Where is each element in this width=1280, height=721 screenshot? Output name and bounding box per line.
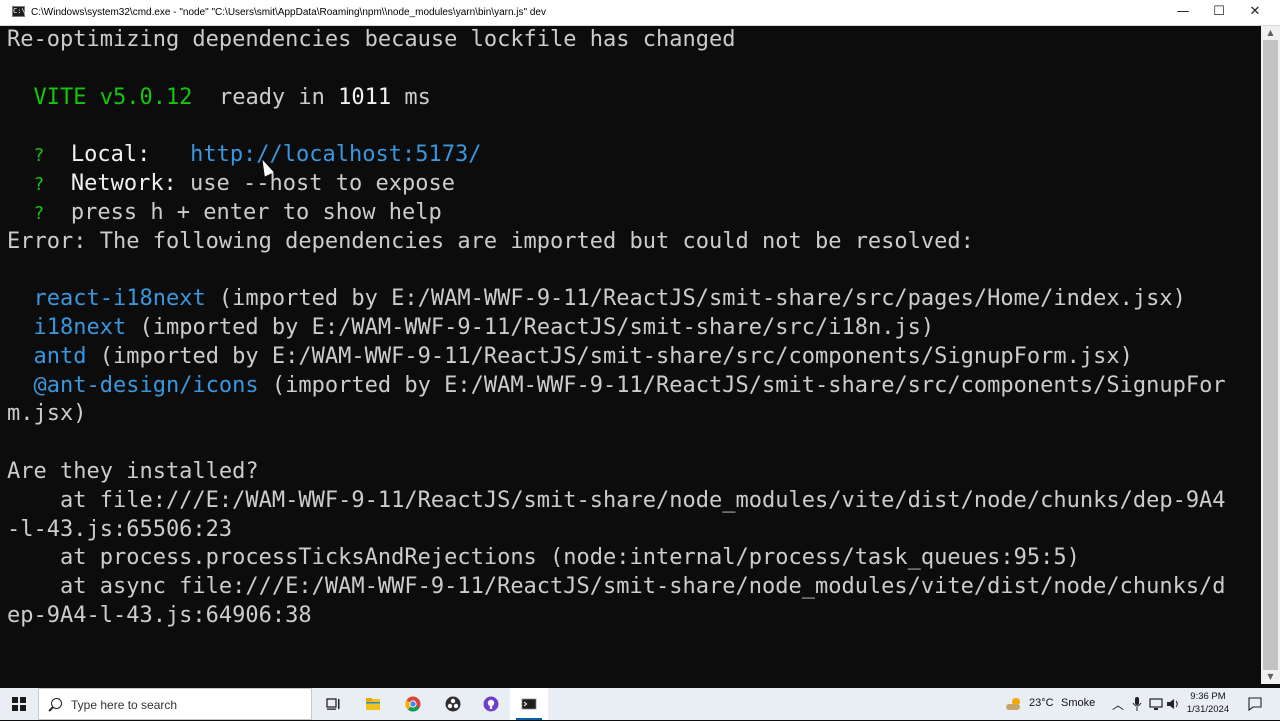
installed-question: Are they installed? <box>7 458 259 484</box>
clock-date: 1/31/2024 <box>1186 704 1230 715</box>
scroll-up-icon[interactable]: ▲ <box>1261 26 1280 40</box>
local-url-link[interactable]: http://localhost:5173/ <box>190 142 481 167</box>
console-line: Are they installed? <box>7 458 1226 487</box>
console-line: ? Network: use --host to expose <box>7 170 1226 199</box>
console-line: VITE v5.0.12 ready in 1011 ms <box>7 84 1226 113</box>
console-line: ? Local: http://localhost:5173/ <box>7 141 1226 170</box>
clock-time: 9:36 PM <box>1190 691 1226 702</box>
ready-unit: ms <box>391 84 431 110</box>
weather-icon[interactable] <box>1005 696 1023 712</box>
reoptimize-text: Re-optimizing dependencies because lockf… <box>7 27 736 52</box>
console-line: antd (imported by E:/WAM-WWF-9-11/ReactJ… <box>7 343 1226 372</box>
notification-icon[interactable] <box>1248 697 1262 711</box>
console-line: ep-9A4-l-43.js:64906:38 <box>7 602 1226 631</box>
dependency-name: react-i18next <box>33 286 206 312</box>
window-title-bar[interactable]: C:\ C:\Windows\system32\cmd.exe - "node"… <box>0 0 1280 26</box>
arrow-bullet-icon: ? <box>33 145 45 167</box>
error-message: Error: The following dependencies are im… <box>7 228 974 254</box>
stack-trace-line: at file:///E:/WAM-WWF-9-11/ReactJS/smit-… <box>7 487 1226 513</box>
dependency-name: antd <box>33 343 87 369</box>
dependency-path: (imported by E:/WAM-WWF-9-11/ReactJS/smi… <box>86 343 1133 369</box>
github-desktop-icon[interactable] <box>472 688 510 720</box>
close-button[interactable]: ✕ <box>1237 0 1273 25</box>
task-view-icon[interactable] <box>314 688 352 720</box>
maximize-button[interactable]: ☐ <box>1201 0 1237 25</box>
local-label: Local: <box>70 142 151 168</box>
dependency-path-continued: m.jsx) <box>7 401 87 427</box>
dependency-name: @ant-design/icons <box>33 372 259 398</box>
window-title: C:\Windows\system32\cmd.exe - "node" "C:… <box>31 7 546 18</box>
minimize-button[interactable]: — <box>1165 0 1201 25</box>
console-output[interactable]: Re-optimizing dependencies because lockf… <box>0 26 1261 684</box>
ready-text: ready in <box>218 84 339 110</box>
command-prompt-taskbar-icon[interactable] <box>510 688 548 720</box>
stack-trace-line: -l-43.js:65506:23 <box>7 516 233 542</box>
stack-trace-line: at async file:///E:/WAM-WWF-9-11/ReactJS… <box>7 574 1226 600</box>
stack-trace-line: ep-9A4-l-43.js:64906:38 <box>7 602 312 628</box>
help-text: press h + enter to show help <box>70 199 442 225</box>
network-label: Network: <box>70 170 177 196</box>
obs-icon[interactable] <box>434 688 472 720</box>
ready-ms: 1011 <box>338 84 392 110</box>
vertical-scrollbar[interactable]: ▲ ▼ <box>1261 26 1280 684</box>
file-explorer-icon[interactable] <box>354 688 392 720</box>
arrow-bullet-icon: ? <box>33 202 45 224</box>
taskbar-search-box[interactable]: Type here to search <box>38 688 312 720</box>
vite-version: VITE v5.0.12 <box>33 84 193 110</box>
system-clock[interactable]: 9:36 PM 1/31/2024 <box>1176 690 1240 716</box>
console-line: at async file:///E:/WAM-WWF-9-11/ReactJS… <box>7 573 1226 602</box>
console-line: at file:///E:/WAM-WWF-9-11/ReactJS/smit-… <box>7 487 1226 516</box>
scrollbar-thumb[interactable] <box>1263 40 1278 670</box>
console-line: @ant-design/icons (imported by E:/WAM-WW… <box>7 372 1226 401</box>
console-line: at process.processTicksAndRejections (no… <box>7 544 1226 573</box>
chrome-icon[interactable] <box>394 688 432 720</box>
start-button[interactable] <box>0 688 38 720</box>
dependency-path: (imported by E:/WAM-WWF-9-11/ReactJS/smi… <box>258 372 1226 398</box>
chevron-up-icon[interactable]: ︿ <box>1112 696 1124 713</box>
weather-condition: Smoke <box>1061 697 1096 709</box>
console-line: Re-optimizing dependencies because lockf… <box>7 26 1226 55</box>
console-line: react-i18next (imported by E:/WAM-WWF-9-… <box>7 285 1226 314</box>
console-line: ? press h + enter to show help <box>7 199 1226 228</box>
weather-temperature: 23°C <box>1029 697 1054 709</box>
microphone-icon[interactable] <box>1132 697 1142 711</box>
arrow-bullet-icon: ? <box>33 173 45 195</box>
scroll-down-icon[interactable]: ▼ <box>1261 670 1280 684</box>
network-icon[interactable] <box>1149 697 1163 711</box>
dependency-path: (imported by E:/WAM-WWF-9-11/ReactJS/smi… <box>205 286 1186 312</box>
console-line: -l-43.js:65506:23 <box>7 516 1226 545</box>
windows-logo-icon <box>12 697 26 711</box>
search-placeholder: Type here to search <box>71 698 178 712</box>
dependency-path: (imported by E:/WAM-WWF-9-11/ReactJS/smi… <box>126 314 935 340</box>
search-icon <box>51 698 62 709</box>
taskbar: Type here to search 23°C Smoke ︿ 9:36 PM… <box>0 688 1280 720</box>
console-line: i18next (imported by E:/WAM-WWF-9-11/Rea… <box>7 314 1226 343</box>
cmd-app-icon: C:\ <box>12 6 26 17</box>
console-line: Error: The following dependencies are im… <box>7 228 1226 257</box>
console-line: m.jsx) <box>7 400 1226 429</box>
dependency-name: i18next <box>33 314 127 340</box>
network-text: use --host to expose <box>176 170 455 196</box>
stack-trace-line: at process.processTicksAndRejections (no… <box>7 545 1080 571</box>
